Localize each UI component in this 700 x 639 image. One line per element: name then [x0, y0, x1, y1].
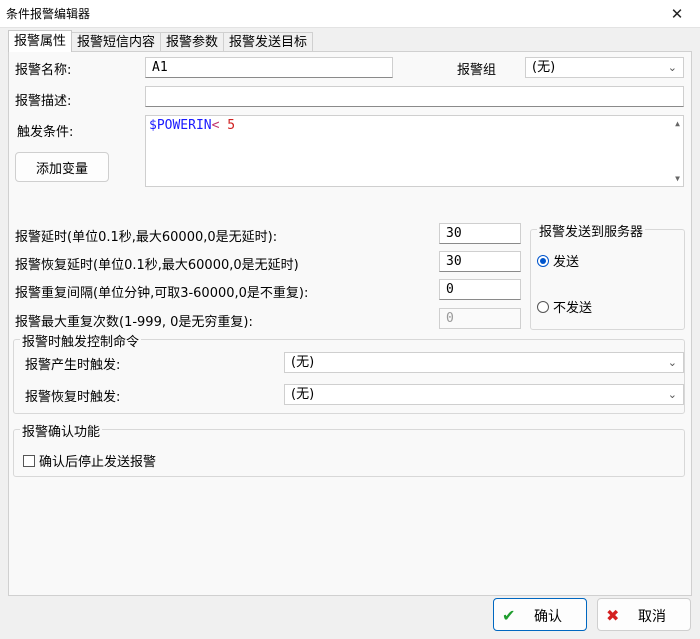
- repeat-interval-label: 报警重复间隔(单位分钟,可取3-60000,0是不重复):: [15, 286, 309, 301]
- send-radio[interactable]: 发送: [537, 251, 579, 270]
- scroll-down-icon[interactable]: ▼: [675, 174, 680, 183]
- window-title: 条件报警编辑器: [6, 7, 91, 21]
- tab-bar: 报警属性 报警短信内容 报警参数 报警发送目标: [8, 30, 314, 52]
- ok-button-label: 确认: [534, 609, 562, 625]
- alarm-desc-label: 报警描述:: [15, 94, 72, 109]
- ok-button[interactable]: ✔ 确认: [493, 598, 587, 631]
- on-recover-select[interactable]: (无) ⌄: [284, 384, 684, 405]
- server-send-group: 报警发送到服务器 发送 不发送: [530, 221, 685, 330]
- max-repeat-input: 0: [439, 308, 521, 329]
- check-icon: ✔: [502, 606, 516, 625]
- server-send-group-title: 报警发送到服务器: [537, 221, 646, 240]
- nosend-radio[interactable]: 不发送: [537, 297, 592, 316]
- nosend-radio-label: 不发送: [553, 301, 593, 316]
- alarm-name-input[interactable]: A1: [145, 57, 393, 78]
- max-repeat-label: 报警最大重复次数(1-999, 0是无穷重复):: [15, 315, 253, 330]
- condition-operator: <: [211, 118, 220, 133]
- confirm-group-title: 报警确认功能: [20, 421, 103, 440]
- condition-variable: $POWERIN: [149, 118, 212, 133]
- condition-label: 触发条件:: [17, 125, 74, 140]
- cross-icon: ✖: [606, 606, 620, 625]
- confirm-group: 报警确认功能 确认后停止发送报警: [13, 421, 685, 477]
- stop-after-confirm-label: 确认后停止发送报警: [39, 455, 157, 470]
- control-command-group: 报警时触发控制命令 报警产生时触发: (无) ⌄ 报警恢复时触发: (无) ⌄: [13, 331, 685, 414]
- condition-scrollbar[interactable]: ▲ ▼: [669, 116, 683, 186]
- on-alarm-select[interactable]: (无) ⌄: [284, 352, 684, 373]
- tab-alarm-params[interactable]: 报警参数: [160, 32, 225, 52]
- title-bar: 条件报警编辑器 ✕: [0, 0, 700, 28]
- alarm-editor-window: 条件报警编辑器 ✕ 报警属性 报警短信内容 报警参数 报警发送目标 报警名称: …: [0, 0, 700, 639]
- alarm-desc-input[interactable]: [145, 86, 684, 107]
- condition-number: 5: [227, 118, 236, 133]
- recover-delay-input[interactable]: 30: [439, 251, 521, 272]
- send-radio-label: 发送: [553, 255, 580, 270]
- stop-after-confirm-checkbox[interactable]: 确认后停止发送报警: [23, 451, 156, 470]
- alarm-group-label: 报警组: [457, 63, 497, 78]
- checkbox-unchecked-icon: [23, 454, 35, 467]
- tab-alarm-properties[interactable]: 报警属性: [8, 30, 73, 52]
- on-alarm-label: 报警产生时触发:: [25, 358, 121, 373]
- tab-sms-content[interactable]: 报警短信内容: [71, 32, 162, 52]
- on-recover-value: (无): [291, 387, 315, 402]
- condition-editor[interactable]: $POWERIN< 5 ▲ ▼: [145, 115, 684, 187]
- delay-input[interactable]: 30: [439, 223, 521, 244]
- chevron-down-icon: ⌄: [667, 61, 677, 74]
- add-variable-button[interactable]: 添加变量: [15, 152, 109, 182]
- chevron-down-icon: ⌄: [667, 388, 677, 401]
- close-icon[interactable]: ✕: [654, 0, 700, 28]
- cancel-button-label: 取消: [638, 609, 666, 625]
- scroll-up-icon[interactable]: ▲: [675, 119, 680, 128]
- on-recover-label: 报警恢复时触发:: [25, 390, 121, 405]
- repeat-interval-input[interactable]: 0: [439, 279, 521, 300]
- radio-selected-icon: [537, 254, 549, 267]
- alarm-group-value: (无): [532, 60, 556, 75]
- tab-panel: 报警名称: A1 报警组 (无) ⌄ 报警描述: 触发条件: $POWERIN<…: [8, 51, 692, 596]
- chevron-down-icon: ⌄: [667, 356, 677, 369]
- alarm-name-label: 报警名称:: [15, 63, 72, 78]
- recover-delay-label: 报警恢复延时(单位0.1秒,最大60000,0是无延时): [15, 258, 299, 273]
- on-alarm-value: (无): [291, 355, 315, 370]
- tab-send-targets[interactable]: 报警发送目标: [223, 32, 314, 52]
- control-command-group-title: 报警时触发控制命令: [20, 331, 142, 350]
- cancel-button[interactable]: ✖ 取消: [597, 598, 691, 631]
- radio-unselected-icon: [537, 300, 549, 313]
- alarm-group-select[interactable]: (无) ⌄: [525, 57, 684, 78]
- delay-label: 报警延时(单位0.1秒,最大60000,0是无延时):: [15, 230, 278, 245]
